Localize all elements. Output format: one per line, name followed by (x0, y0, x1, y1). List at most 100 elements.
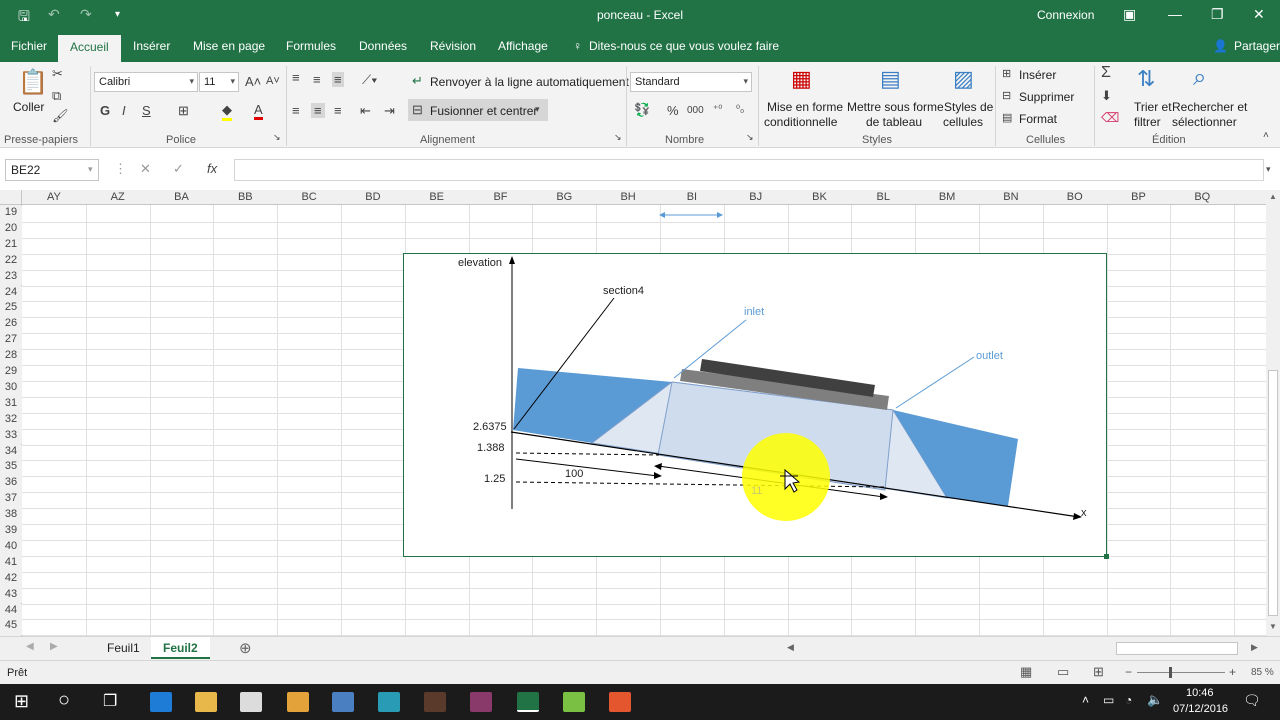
store-icon[interactable] (240, 692, 262, 712)
fill-icon[interactable]: ⬇ (1101, 88, 1112, 104)
paste-icon[interactable]: 📋 (18, 68, 48, 97)
clock-date[interactable]: 07/12/2016 (1173, 703, 1228, 715)
column-header[interactable]: BQ (1170, 191, 1234, 203)
enter-icon[interactable]: ✓ (173, 161, 184, 177)
app-icon-1[interactable] (287, 692, 309, 712)
select-all-corner[interactable] (0, 190, 22, 205)
paste-button[interactable]: Coller (13, 100, 44, 114)
autosum-icon[interactable]: Σ (1101, 64, 1111, 82)
tab-affichage[interactable]: Affichage (498, 39, 548, 53)
column-header[interactable]: BC (277, 191, 341, 203)
column-header[interactable]: BI (660, 191, 724, 203)
task-view-icon[interactable]: ❐ (103, 691, 117, 711)
bold-button[interactable]: G (100, 103, 110, 118)
share-button[interactable]: Partager (1234, 39, 1280, 53)
column-header[interactable]: BN (979, 191, 1043, 203)
row-header[interactable]: 43 (0, 587, 22, 604)
scroll-up-icon[interactable]: ▲ (1269, 192, 1277, 201)
dialog-launcher-icon[interactable]: ↘ (614, 132, 622, 143)
row-header[interactable]: 40 (0, 539, 22, 556)
app-icon-2[interactable] (332, 692, 354, 712)
notifications-icon[interactable]: 🗨 (1243, 692, 1261, 709)
column-header[interactable]: BK (788, 191, 852, 203)
row-header[interactable]: 27 (0, 333, 22, 350)
zoom-slider-thumb[interactable] (1169, 667, 1172, 678)
zoom-level[interactable]: 85 % (1251, 667, 1274, 678)
row-header[interactable]: 34 (0, 444, 22, 461)
page-break-icon[interactable]: ⊞ (1093, 664, 1104, 680)
row-header[interactable]: 21 (0, 237, 22, 254)
column-header[interactable]: AY (22, 191, 86, 203)
row-header[interactable]: 33 (0, 428, 22, 445)
increase-decimal-icon[interactable]: ⁺⁰ (713, 104, 722, 115)
align-right-icon[interactable]: ≡ (334, 103, 342, 118)
row-header[interactable]: 20 (0, 221, 22, 238)
italic-button[interactable]: I (122, 103, 126, 118)
file-explorer-icon[interactable] (195, 692, 217, 712)
next-sheet-icon[interactable]: ▶ (50, 641, 58, 652)
row-header[interactable]: 39 (0, 524, 22, 540)
camtasia-recorder-icon[interactable] (563, 692, 585, 712)
percent-button[interactable]: % (667, 103, 679, 118)
sheet-tab-feuil2[interactable]: Feuil2 (151, 637, 210, 659)
font-size-select[interactable]: 11 (199, 72, 239, 92)
scroll-down-icon[interactable]: ▼ (1269, 622, 1277, 631)
add-sheet-icon[interactable]: ⊕ (239, 639, 252, 657)
row-header[interactable]: 41 (0, 555, 22, 572)
tab-accueil[interactable]: Accueil (58, 35, 121, 62)
find-select-line1[interactable]: Rechercher et (1172, 100, 1247, 114)
sort-filter-line1[interactable]: Trier et (1134, 100, 1172, 114)
clock-time[interactable]: 10:46 (1186, 687, 1214, 699)
network-icon[interactable]: ◔ (1125, 693, 1132, 707)
row-header[interactable]: 31 (0, 396, 22, 413)
excel-taskbar-icon[interactable] (517, 692, 539, 712)
align-bottom-icon[interactable]: ≡ (332, 72, 344, 87)
row-header[interactable]: 42 (0, 571, 22, 588)
windows-start-icon[interactable]: ⊞ (14, 691, 29, 712)
merge-dropdown-icon[interactable]: ▾ (535, 104, 540, 115)
decrease-decimal-icon[interactable]: ⁰₀ (736, 104, 744, 115)
search-icon[interactable]: ○ (58, 689, 70, 712)
insert-function-button[interactable]: fx (207, 161, 217, 176)
zoom-slider[interactable] (1137, 672, 1225, 673)
tab-fichier[interactable]: Fichier (11, 39, 47, 53)
vertical-scrollbar[interactable]: ▲ ▼ (1266, 190, 1280, 636)
row-header[interactable]: 35 (0, 460, 22, 477)
shrink-font-icon[interactable]: A˅ (266, 75, 280, 87)
fill-color-icon[interactable]: ◆ (222, 102, 232, 121)
align-center-icon[interactable]: ≡ (311, 103, 325, 118)
format-painter-icon[interactable]: 🖌 (52, 108, 69, 124)
column-header[interactable]: BO (1043, 191, 1107, 203)
row-header[interactable]: 38 (0, 508, 22, 524)
tab-donnees[interactable]: Données (359, 39, 407, 53)
column-header[interactable]: BH (596, 191, 660, 203)
cond-format-line2[interactable]: conditionnelle (764, 115, 837, 129)
clear-icon[interactable]: ⌫ (1101, 110, 1119, 126)
tray-chevron-icon[interactable]: ˄ (1082, 693, 1089, 707)
scroll-left-icon[interactable]: ◀ (787, 642, 794, 653)
column-header[interactable]: AZ (86, 191, 150, 203)
edge-icon[interactable] (150, 692, 172, 712)
column-header[interactable]: BL (851, 191, 915, 203)
decrease-indent-icon[interactable]: ⇤ (360, 103, 371, 119)
orientation-icon[interactable]: ⟋▾ (362, 72, 377, 88)
row-header[interactable]: 44 (0, 603, 22, 620)
zoom-out-icon[interactable]: − (1125, 665, 1132, 679)
grow-font-icon[interactable]: A˄ (245, 74, 261, 89)
sign-in-link[interactable]: Connexion (1037, 8, 1094, 22)
accounting-format-icon[interactable]: 💱 (634, 102, 650, 118)
ribbon-display-icon[interactable]: ▣ (1123, 6, 1136, 23)
expand-formula-icon[interactable]: ▾ (1266, 164, 1271, 175)
insert-cells-button[interactable]: Insérer (1019, 68, 1056, 82)
app-icon-5[interactable] (470, 692, 492, 712)
row-header[interactable]: 22 (0, 253, 22, 270)
merge-center-button[interactable]: Fusionner et centrer (430, 104, 537, 118)
cond-format-line1[interactable]: Mise en forme (767, 100, 843, 114)
vertical-scroll-thumb[interactable] (1268, 370, 1278, 616)
row-header[interactable]: 25 (0, 301, 22, 318)
camtasia-studio-icon[interactable] (609, 692, 631, 712)
row-header[interactable]: 36 (0, 476, 22, 493)
culvert-diagram[interactable]: elevation x section4 inlet outlet 2.6375… (403, 253, 1109, 559)
row-header[interactable]: 37 (0, 492, 22, 509)
row-header[interactable]: 45 (0, 619, 22, 636)
